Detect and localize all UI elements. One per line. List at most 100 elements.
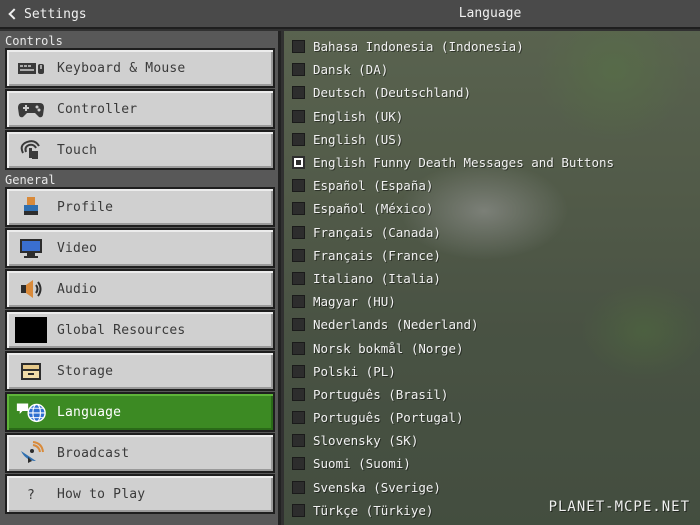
language-checkbox[interactable] [292, 318, 305, 332]
language-label: Türkçe (Türkiye) [313, 502, 434, 518]
language-option[interactable]: Deutsch (Deutschland) [284, 81, 700, 104]
sidebar-item-global-resources[interactable]: Global Resources [5, 310, 275, 350]
language-checkbox[interactable] [292, 109, 305, 123]
sidebar-item-language[interactable]: Language [5, 392, 275, 432]
language-option[interactable]: Français (Canada) [284, 221, 700, 244]
language-option[interactable]: Bahasa Indonesia (Indonesia) [284, 35, 700, 58]
language-option[interactable]: Español (México) [284, 197, 700, 220]
language-checkbox[interactable] [292, 457, 305, 471]
sidebar-item-label: Language [57, 404, 122, 420]
storage-box-icon [15, 358, 47, 384]
sidebar-item-profile[interactable]: Profile [5, 187, 275, 227]
top-bar: Settings Language [0, 0, 700, 29]
language-label: Deutsch (Deutschland) [313, 85, 472, 101]
back-button[interactable]: Settings [6, 5, 87, 23]
language-label: English Funny Death Messages and Buttons [313, 155, 615, 171]
language-checkbox[interactable] [292, 63, 305, 77]
section-label-controls: Controls [5, 34, 63, 48]
language-checkbox[interactable] [292, 503, 305, 517]
language-option[interactable]: Polski (PL) [284, 360, 700, 383]
language-checkbox[interactable] [292, 480, 305, 494]
sidebar-item-controller[interactable]: Controller [5, 89, 275, 129]
language-option[interactable]: Nederlands (Nederland) [284, 313, 700, 336]
language-option[interactable]: English Funny Death Messages and Buttons [284, 151, 700, 174]
speaker-icon [15, 276, 47, 302]
keyboard-mouse-icon [15, 55, 47, 81]
sidebar-item-label: Audio [57, 281, 98, 297]
sidebar-item-keyboard-mouse[interactable]: Keyboard & Mouse [5, 48, 275, 88]
sidebar-item-audio[interactable]: Audio [5, 269, 275, 309]
sidebar-item-label: How to Play [57, 486, 146, 502]
language-label: Polski (PL) [313, 363, 396, 379]
settings-sidebar: Controls Keyboard & Mouse Controller Tou… [0, 31, 281, 525]
page-title: Language [458, 6, 522, 21]
language-checkbox[interactable] [292, 40, 305, 54]
language-option[interactable]: Dansk (DA) [284, 58, 700, 81]
language-option[interactable]: Norsk bokmål (Norge) [284, 336, 700, 359]
language-option[interactable]: Español (España) [284, 174, 700, 197]
language-option[interactable]: Slovensky (SK) [284, 429, 700, 452]
sidebar-item-label: Controller [57, 101, 138, 117]
language-checkbox[interactable] [292, 132, 305, 146]
language-checkbox[interactable] [292, 341, 305, 355]
language-label: Bahasa Indonesia (Indonesia) [313, 39, 524, 55]
language-option[interactable]: English (UK) [284, 105, 700, 128]
language-checkbox[interactable] [292, 179, 305, 193]
language-option[interactable]: Português (Portugal) [284, 406, 700, 429]
sidebar-item-video[interactable]: Video [5, 228, 275, 268]
language-checkbox[interactable] [292, 202, 305, 216]
language-label: Français (France) [313, 247, 441, 263]
profile-icon [15, 194, 47, 220]
sidebar-item-label: Touch [57, 142, 98, 158]
language-list: Bahasa Indonesia (Indonesia) Dansk (DA) De… [284, 31, 700, 522]
sidebar-item-label: Global Resources [57, 322, 186, 338]
global-resources-icon [15, 317, 47, 343]
language-option[interactable]: Português (Brasil) [284, 383, 700, 406]
language-option[interactable]: Français (France) [284, 244, 700, 267]
gamepad-icon [15, 96, 47, 122]
sidebar-item-label: Keyboard & Mouse [57, 60, 186, 76]
question-icon: ? [15, 481, 47, 507]
sidebar-item-label: Video [57, 240, 98, 256]
language-label: English (UK) [313, 108, 404, 124]
broadcast-satellite-icon [15, 440, 47, 466]
language-checkbox[interactable] [292, 271, 305, 285]
watermark: PLANET-MCPE.NET [548, 499, 690, 515]
monitor-icon [15, 235, 47, 261]
language-option[interactable]: Italiano (Italia) [284, 267, 700, 290]
language-label: Nederlands (Nederland) [313, 317, 479, 333]
sidebar-item-label: Profile [57, 199, 114, 215]
language-option[interactable]: Svenska (Sverige) [284, 476, 700, 499]
svg-text:?: ? [27, 488, 35, 503]
sidebar-item-how-to-play[interactable]: ? How to Play [5, 474, 275, 514]
language-option[interactable]: Magyar (HU) [284, 290, 700, 313]
language-checkbox[interactable] [292, 364, 305, 378]
language-checkbox[interactable] [292, 434, 305, 448]
sidebar-item-storage[interactable]: Storage [5, 351, 275, 391]
language-checkbox[interactable] [292, 248, 305, 262]
chevron-left-icon [8, 8, 20, 20]
back-label: Settings [24, 6, 87, 22]
language-checkbox[interactable] [292, 225, 305, 239]
language-label: Italiano (Italia) [313, 270, 441, 286]
language-checkbox[interactable] [292, 295, 305, 309]
language-checkbox[interactable] [292, 387, 305, 401]
language-label: Norsk bokmål (Norge) [313, 340, 464, 356]
language-label: Magyar (HU) [313, 294, 396, 310]
sidebar-item-touch[interactable]: Touch [5, 130, 275, 170]
language-option[interactable]: Suomi (Suomi) [284, 452, 700, 475]
section-label-general: General [5, 173, 56, 187]
language-globe-icon [15, 399, 47, 425]
language-checkbox[interactable] [292, 411, 305, 425]
language-label: Português (Portugal) [313, 410, 464, 426]
sidebar-item-label: Storage [57, 363, 114, 379]
language-label: English (US) [313, 131, 404, 147]
sidebar-item-broadcast[interactable]: Broadcast [5, 433, 275, 473]
sidebar-item-label: Broadcast [57, 445, 130, 461]
language-checkbox[interactable] [292, 156, 305, 170]
language-label: Português (Brasil) [313, 386, 449, 402]
language-option[interactable]: English (US) [284, 128, 700, 151]
language-label: Español (España) [313, 178, 434, 194]
language-checkbox[interactable] [292, 86, 305, 100]
language-label: Svenska (Sverige) [313, 479, 441, 495]
